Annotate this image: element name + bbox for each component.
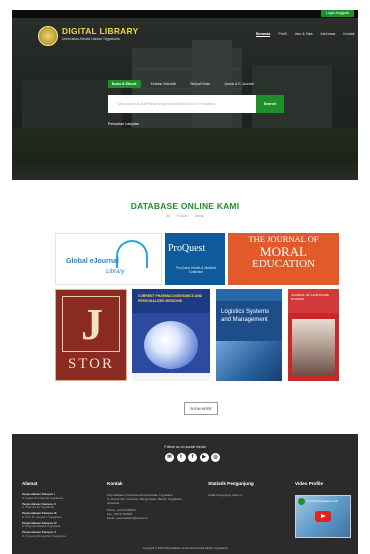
filter-ebook[interactable]: E-Book [177, 214, 188, 218]
play-icon[interactable] [315, 511, 331, 522]
tab-buku-ebook[interactable]: Buku & Ebook [108, 80, 141, 88]
database-tile-global-ejournal[interactable]: Global eJournal Library [55, 233, 162, 285]
nav-item-jam[interactable]: Jam & Tata [295, 32, 313, 37]
database-tile-moral-education[interactable]: THE JOURNAL OF MORAL EDUCATION [228, 233, 339, 285]
tile-label: Global eJournal [66, 258, 119, 265]
tab-jurnal[interactable]: Jurnal & E-Journal [220, 80, 258, 88]
tile-label: Library [106, 269, 125, 275]
twitter-icon[interactable]: t [176, 453, 186, 462]
contact-line: Jl. Ahmad Yani, Tamanan, Banguntapan, Ba… [107, 497, 182, 501]
database-tile-proquest[interactable]: ProQuest ProQuest Health & Medical Colle… [165, 233, 225, 285]
address-line: Jl. Prof. Dr. Soepomo Yogyakarta [22, 515, 62, 519]
search-input[interactable] [108, 95, 256, 113]
top-bar: Login Anggota [12, 10, 358, 18]
tile-label: JOURNAL OF LANDSCAPE STUDIES [291, 293, 329, 301]
footer-video-column: Video Profile [295, 481, 355, 493]
brand-title[interactable]: DIGITAL LIBRARY [62, 26, 138, 36]
video-caption: Profil Perpustakaan UAD [307, 499, 339, 503]
video-profile-embed[interactable]: Profil Perpustakaan UAD [295, 495, 351, 538]
address-line: Jl. Pramuka 42 Yogyakarta [22, 506, 54, 510]
database-section-title: DATABASE ONLINE KAMI [130, 201, 240, 211]
search-bar: Search [108, 95, 284, 113]
tab-skripsi-tesis[interactable]: Skripsi/Tesis [186, 80, 214, 88]
address-line: Jl. Kapas No.9 Semaki Yogyakarta [22, 496, 64, 500]
search-button[interactable]: Search [256, 95, 284, 113]
nav-item-profil[interactable]: Profil [278, 32, 286, 37]
footer-heading: Alamat [22, 481, 38, 486]
show-more-button[interactable]: SHOW MORE [184, 402, 218, 415]
facebook-icon[interactable]: f [188, 453, 197, 462]
address-item: Perpustakaan Kampus II Jl. Pramuka 42 Yo… [22, 502, 100, 510]
nav-item-informasi[interactable]: Informasi [321, 32, 336, 37]
database-tile-logistics[interactable]: Logistics Systems and Management [216, 289, 282, 381]
contact-email[interactable]: Email : perpustakaan@uad.ac.id [107, 516, 189, 520]
tile-label: THE JOURNAL OF [248, 234, 319, 244]
address-item: Perpustakaan Kampus V Jl. Ki Ageng Peman… [22, 531, 100, 538]
cover-footer [132, 373, 210, 381]
address-line: Jl. Ki Ageng Pemanahan Yogyakarta [22, 534, 66, 538]
copyright: Copyright © 2022 Perpustakaan Universita… [142, 547, 228, 550]
page: Login Anggota DIGITAL LIBRARY Universita… [12, 10, 358, 554]
footer-heading: Video Profile [295, 481, 323, 486]
login-button[interactable]: Login Anggota [321, 10, 354, 17]
jstor-letter: J [81, 300, 103, 349]
social-links: ✉ t f ▶ ◎ [165, 453, 220, 462]
main-nav: Beranda Profil Jam & Tata Informasi Kont… [256, 32, 355, 37]
address-line: Jl. Ringroad Selatan Yogyakarta [22, 525, 61, 529]
filter-all[interactable]: All [166, 214, 170, 218]
tab-koleksi-sekolah[interactable]: Koleksi Sekolah [147, 80, 181, 88]
tile-label: MORAL [260, 244, 307, 259]
address-item: Perpustakaan Kampus I Jl. Kapas No.9 Sem… [22, 492, 100, 500]
footer-contact-column: Kontak Perpustakaan Universitas Ahmad Da… [107, 481, 189, 520]
brand-subtitle: Universitas Ahmad Dahlan Yogyakarta [62, 37, 120, 41]
database-tile-pharmacogenomics[interactable]: CURRENT PHARMACOGENOMICS AND PERSONALIZE… [132, 289, 210, 381]
contact-line: Indonesia [107, 501, 120, 505]
database-tile-red-journal[interactable]: JOURNAL OF LANDSCAPE STUDIES [288, 289, 339, 381]
stats-line: Grafik Pengunjung bulan ini [208, 493, 243, 497]
search-tabs: Buku & Ebook Koleksi Sekolah Skripsi/Tes… [108, 80, 258, 88]
database-filters: All E-Book Jurnal [12, 214, 358, 218]
footer-address-column: Alamat Perpustakaan Kampus I Jl. Kapas N… [22, 481, 100, 541]
tile-label: Logistics Systems and Management [221, 309, 270, 323]
cover-image [216, 341, 282, 381]
footer-stats-column: Statistik Pengunjung Grafik Pengunjung b… [208, 481, 286, 497]
tile-label: STOR [67, 356, 115, 372]
tile-sublabel: ProQuest Health & Medical Collection [176, 266, 216, 275]
address-item: Perpustakaan Kampus III Jl. Prof. Dr. So… [22, 512, 100, 519]
cover-image [292, 319, 335, 375]
tile-label: EDUCATION [252, 258, 315, 270]
cover-image [144, 321, 198, 369]
channel-avatar [298, 498, 305, 505]
global-ejournal-logo-icon [116, 240, 148, 268]
footer-heading: Kontak [107, 481, 123, 486]
advanced-search-link[interactable]: Pencarian Lanjutan [108, 122, 139, 126]
footer: Follow us on social media ✉ t f ▶ ◎ Alam… [12, 434, 358, 554]
mail-icon[interactable]: ✉ [165, 453, 174, 462]
jstor-frame: J [62, 296, 120, 352]
database-tile-jstor[interactable]: J STOR [55, 289, 127, 381]
filter-jurnal[interactable]: Jurnal [195, 214, 204, 218]
nav-item-beranda[interactable]: Beranda [256, 32, 271, 37]
footer-heading: Statistik Pengunjung [208, 481, 254, 486]
follow-label: Follow us on social media [164, 445, 206, 449]
hero-banner: Login Anggota DIGITAL LIBRARY Universita… [12, 10, 358, 180]
university-logo-icon[interactable] [38, 26, 58, 46]
cover-header [216, 289, 282, 301]
address-item: Perpustakaan Kampus IV Jl. Ringroad Sela… [22, 521, 100, 529]
tile-label: CURRENT PHARMACOGENOMICS AND PERSONALIZE… [138, 294, 203, 303]
youtube-icon[interactable]: ▶ [199, 453, 209, 462]
nav-item-kontak[interactable]: Kontak [343, 32, 354, 37]
instagram-icon[interactable]: ◎ [211, 453, 220, 462]
tile-label: ProQuest [168, 243, 206, 254]
